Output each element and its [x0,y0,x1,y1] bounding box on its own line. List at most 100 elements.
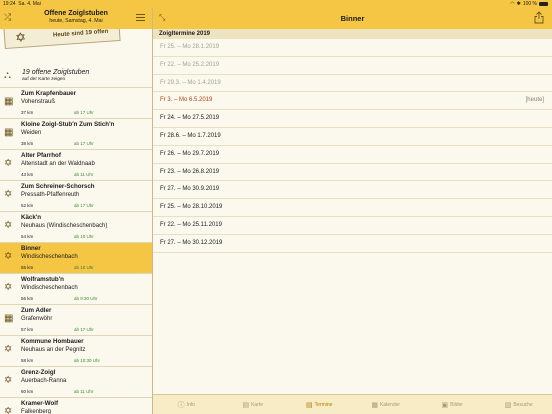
date-row[interactable]: Fr 25. – Mo 28.1.2019 [153,39,552,57]
overview-title: 19 offene Zoiglstuben [22,69,90,76]
date-range: Fr 3. – Mo 6.5.2019 [160,97,213,104]
list-item-place: Vohenstrauß [21,99,56,105]
list-header: ⤮ Offene Zoiglstuben heute, Samstag, 4. … [0,8,152,29]
list-item-opening: ab 17 Uhr [74,141,94,146]
list-item-distance: 58 km [21,358,34,363]
zoigl-star-icon: ✡ [4,251,13,262]
list-item[interactable]: ▦ Kloine Zoigl-Stub'n Zum Stich'n Weiden 38… [0,119,152,150]
zoigl-star-icon: ✡ [4,220,13,231]
zoigl-list[interactable]: ✡ Heute sind 19 offen ⛬ 19 offene Zoigls… [0,29,152,414]
list-item-name: Wolframstub'n [21,276,64,283]
zoigl-star-icon: ✡ [4,406,13,414]
status-bar: 19:24 Sa. 4. Mai ◠ ✱ 100 % [0,0,552,8]
date-row[interactable]: Fr 27. – Mo 30.12.2019 [153,235,552,253]
status-right: ◠ ✱ 100 % [510,0,548,8]
tab-kalender[interactable]: ▦ Kalender [353,395,420,414]
list-item-name: Kloine Zoigl-Stub'n Zum Stich'n [21,121,115,128]
date-range: Fr 26. – Mo 29.7.2019 [160,150,220,157]
list-item[interactable]: ▦ Zum Krapfenbauer Vohenstrauß 37 km ab 17 U… [0,88,152,119]
list-item-distance: 57 km [21,327,34,332]
list-item-distance: 55 km [21,265,34,270]
list-item-name: Zum Adler [21,307,52,314]
list-item-name: Alter Pfarrhof [21,152,61,159]
date-row[interactable]: Fr 22. – Mo 25.2.2019 [153,57,552,75]
zoigl-star-icon: ✡ [4,344,13,355]
list-item-name: Zum Krapfenbauer [21,90,77,97]
date-range: Fr 29.3. – Mo 1.4.2019 [160,79,221,86]
shuffle-icon[interactable]: ⤮ [4,12,11,23]
list-item[interactable]: ✡ Kramer-Wolf Falkenberg [0,398,152,414]
list-item-opening: ab 17 Uhr [74,327,94,332]
date-range: Fr 23. – Mo 26.8.2019 [160,168,220,175]
battery-icon [539,2,548,6]
list-item-place: Falkenberg [21,409,52,414]
map-overview-row[interactable]: ⛬ 19 offene Zoiglstuben auf der Karte ze… [0,64,152,88]
dates-panel[interactable]: Zoigltermine 2019 Fr 25. – Mo 28.1.2019 F… [153,29,552,394]
tab-karte[interactable]: ▤ Karte [220,395,287,414]
list-item-name: Kommune Hombauer [21,338,84,345]
date-row[interactable]: Fr 27. – Mo 30.9.2019 [153,181,552,200]
tab-label: Besuche [513,401,533,408]
list-item[interactable]: ✡ Zum Schreiner-Schorsch Pressath-Pfaffenr… [0,181,152,212]
share-icon[interactable] [534,11,544,24]
list-item[interactable]: ✡ Kommune Hombauer Neuhaus an der Pegnitz 5… [0,336,152,367]
menu-icon[interactable] [136,14,145,23]
list-item-name: Grenz-Zoigl [21,369,56,376]
list-item[interactable]: ✡ Grenz-Zoigl Auerbach-Ranna 60 km ab 11 Uhr [0,367,152,398]
list-item-opening: ab 10 Uhr [74,234,94,239]
list-item[interactable]: ✡ Binner Windischeschenbach 55 km ab 10 Uhr [0,243,152,274]
list-item-distance: 54 km [21,234,34,239]
list-item-opening: ab 9:30 Uhr [74,296,98,301]
zoigl-star-icon: ✡ [4,158,13,169]
date-range: Fr 28.6. – Mo 1.7.2019 [160,132,221,139]
date-row[interactable]: Fr 25. – Mo 28.10.2019 [153,199,552,217]
list-item-opening: ab 11 Uhr [74,172,94,177]
list-item-opening: ab 17 Uhr [74,203,94,208]
photo-icon: ▣ [441,401,449,409]
tab-termine[interactable]: ▤ Termine [286,395,353,414]
map-icon: ▤ [242,401,250,409]
date-row[interactable]: Fr 28.6. – Mo 1.7.2019 [153,128,552,146]
tab-besuche[interactable]: ▧ Besuche [486,395,552,414]
section-header: Zoigltermine 2019 [153,29,552,39]
tab-bilder[interactable]: ▣ Bilder [419,395,486,414]
list-item-name: Zum Schreiner-Schorsch [21,183,95,190]
list-item-distance: 60 km [21,389,34,394]
tab-label: Info [186,401,195,408]
list-item[interactable]: ✡ Alter Pfarrhof Altenstadt an der Waldnaa… [0,150,152,181]
date-range: Fr 22. – Mo 25.11.2019 [160,221,222,228]
list-item-distance: 52 km [21,203,34,208]
list-item[interactable]: ▦ Zum Adler Grafenwöhr 57 km ab 17 Uhr [0,305,152,336]
date-row[interactable]: Fr 3. – Mo 6.5.2019 [heute] [153,92,552,111]
list-item-name: Kramer-Wolf [21,400,59,407]
today-banner: ✡ Heute sind 19 offen [0,29,152,64]
zoigl-star-icon: ✡ [4,282,13,293]
date-range: Fr 25. – Mo 28.1.2019 [160,44,220,50]
battery-percent: 100 % [522,1,537,7]
tab-label: Karte [251,401,264,408]
beer-mug-icon: ▦ [4,313,14,324]
list-item[interactable]: ✡ Käck'n Neuhaus (Windischeschenbach) 54 km… [0,212,152,243]
list-item-place: Neuhaus an der Pegnitz [21,347,86,353]
date-row[interactable]: Fr 23. – Mo 26.8.2019 [153,164,552,182]
detail-header: ⤡ Binner [153,8,552,29]
date-row[interactable]: Fr 26. – Mo 29.7.2019 [153,146,552,164]
list-item[interactable]: ✡ Wolframstub'n Windischeschenbach 56 km ab … [0,274,152,305]
date-row[interactable]: Fr 22. – Mo 25.11.2019 [153,217,552,235]
tab-info[interactable]: ⓘ Info [153,395,220,414]
date-row[interactable]: Fr 24. – Mo 27.5.2019 [153,110,552,128]
date-row[interactable]: Fr 29.3. – Mo 1.4.2019 [153,75,552,93]
calendar-icon: ▦ [371,401,379,409]
tab-bar: ⓘ Info ▤ Karte ▤ Termine ▦ Kalender ▣ Bilder ▧ Besu… [153,394,552,414]
list-item-place: Altenstadt an der Waldnaab [21,161,95,167]
zoigl-star-icon: ✡ [14,29,27,46]
list-item-distance: 43 km [21,172,34,177]
list-subtitle: heute, Samstag, 4. Mai [49,18,103,24]
date-range: Fr 24. – Mo 27.5.2019 [160,115,220,122]
tab-label: Bilder [450,401,463,408]
banner-text: Heute sind 19 offen [52,29,109,39]
info-icon: ⓘ [177,401,185,409]
calendar-list-icon: ▤ [306,401,313,409]
list-item-place: Weiden [21,130,42,136]
date-range: Fr 25. – Mo 28.10.2019 [160,204,223,211]
